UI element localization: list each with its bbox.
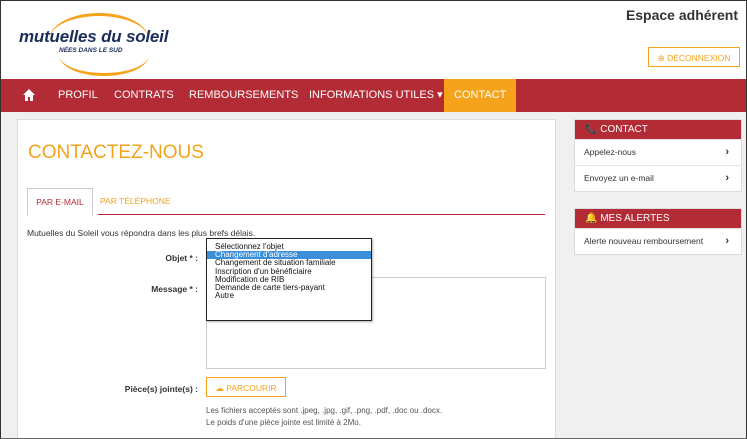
chevron-right-icon: › <box>725 146 729 158</box>
site-header: mutuelles du soleil NÉES DANS LE SUD Esp… <box>1 1 746 77</box>
chevron-right-icon: › <box>725 235 729 247</box>
page-title: CONTACTEZ-NOUS <box>28 142 204 163</box>
browser-frame: mutuelles du soleil NÉES DANS LE SUD Esp… <box>0 0 747 439</box>
logo-name: mutuelles du soleil <box>19 27 169 46</box>
tabs-underline <box>98 214 545 215</box>
contact-box: 📞 CONTACT Appelez-nous › Envoyez un e-ma… <box>574 119 742 192</box>
hint-formats: Les fichiers acceptés sont .jpeg, .jpg, … <box>206 406 443 415</box>
objet-option[interactable]: Autre <box>207 291 371 300</box>
sidebar-item-label: Appelez-nous <box>584 147 636 157</box>
pieces-label: Pièce(s) jointe(s) : <box>124 384 198 394</box>
hint-size: Le poids d'une pièce jointe est limité à… <box>206 418 361 427</box>
logo-tagline: NÉES DANS LE SUD <box>59 47 123 54</box>
sidebar-item-label: Alerte nouveau remboursement <box>584 236 704 246</box>
tab-par-email[interactable]: PAR E-MAIL <box>27 188 93 216</box>
sidebar-item-alerte-remboursement[interactable]: Alerte nouveau remboursement › <box>575 228 741 254</box>
intro-text: Mutuelles du Soleil vous répondra dans l… <box>27 228 256 238</box>
message-label: Message * : <box>151 284 198 294</box>
espace-title: Espace adhérent <box>625 7 738 23</box>
contact-box-title: 📞 CONTACT <box>575 120 741 139</box>
home-icon[interactable] <box>22 88 36 102</box>
alertes-box: 🔔 MES ALERTES Alerte nouveau rembourseme… <box>574 208 742 255</box>
chevron-right-icon: › <box>725 172 729 184</box>
alertes-box-title: 🔔 MES ALERTES <box>575 209 741 228</box>
objet-label: Objet * : <box>165 253 198 263</box>
sidebar-item-appelez-nous[interactable]: Appelez-nous › <box>575 139 741 165</box>
nav-remboursements[interactable]: REMBOURSEMENTS <box>189 79 298 112</box>
content-area: CONTACTEZ-NOUS PAR E-MAIL PAR TÉLÉPHONE … <box>1 112 746 438</box>
sidebar-item-envoyez-email[interactable]: Envoyez un e-mail › <box>575 165 741 191</box>
nav-informations-utiles[interactable]: INFORMATIONS UTILES ▾ <box>309 79 443 112</box>
nav-profil[interactable]: PROFIL <box>58 79 98 112</box>
objet-dropdown-list[interactable]: Sélectionnez l'objet Changement d'adress… <box>206 238 372 321</box>
contact-panel: CONTACTEZ-NOUS PAR E-MAIL PAR TÉLÉPHONE … <box>17 119 556 438</box>
sidebar-item-label: Envoyez un e-mail <box>584 173 654 183</box>
tab-par-telephone[interactable]: PAR TÉLÉPHONE <box>100 188 171 214</box>
logo[interactable]: mutuelles du soleil NÉES DANS LE SUD <box>19 5 189 76</box>
nav-contrats[interactable]: CONTRATS <box>114 79 174 112</box>
logout-button[interactable]: ⊕ DÉCONNEXION <box>648 47 740 67</box>
browse-button[interactable]: ☁ PARCOURIR <box>206 377 286 397</box>
nav-contact[interactable]: CONTACT <box>444 79 517 112</box>
logo-arc-bottom <box>59 55 149 76</box>
main-navbar: PROFIL CONTRATS REMBOURSEMENTS INFORMATI… <box>1 79 746 112</box>
